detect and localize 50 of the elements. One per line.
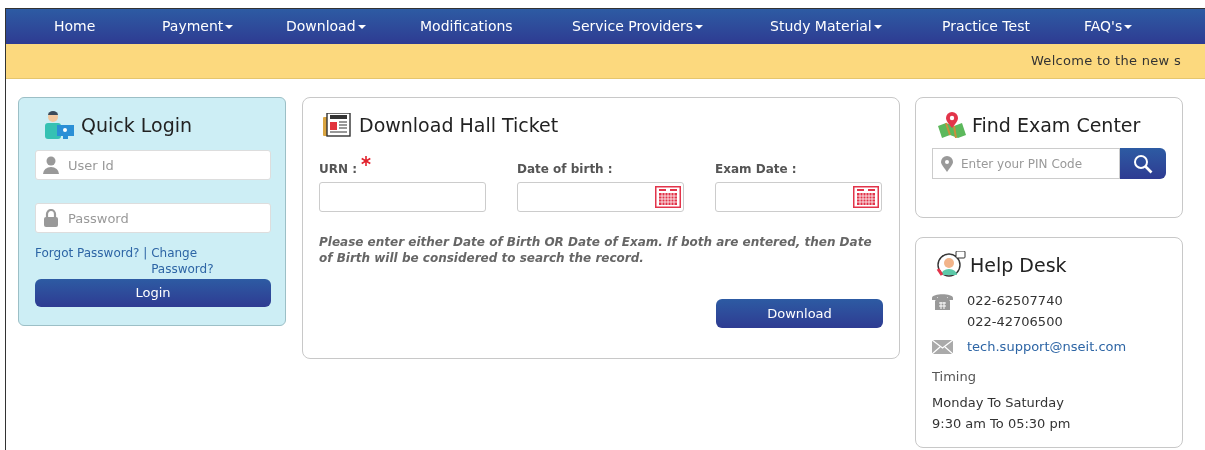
working-days-text: Monday To Saturday: [932, 394, 1065, 412]
caret-icon: [225, 24, 234, 29]
nav-link[interactable]: Download: [286, 16, 420, 37]
caret-icon: [357, 24, 366, 29]
caret-icon: [1124, 24, 1133, 29]
working-hours-text: 9:30 am To 05:30 pm: [932, 415, 1072, 433]
support-agent-icon: [936, 251, 966, 279]
telephone-icon: [932, 292, 953, 310]
nav-link[interactable]: Study Material: [770, 16, 942, 37]
panel-title: Quick Login: [81, 112, 193, 138]
timing-label: Timing: [932, 367, 977, 386]
field-label: Exam Date :: [715, 161, 797, 178]
download-button[interactable]: Download: [716, 299, 883, 328]
separator-text: |: [143, 246, 148, 260]
field-label: URN :: [319, 161, 357, 178]
ticker-text: Welcome to the new s: [1030, 52, 1181, 71]
user-computer-icon: [43, 111, 75, 139]
login-button[interactable]: Login: [35, 279, 271, 307]
input-field[interactable]: [517, 182, 684, 212]
input-field[interactable]: User Id: [35, 150, 271, 180]
nav-link[interactable]: FAQ's: [1084, 16, 1164, 37]
search-button[interactable]: [1120, 148, 1166, 179]
panel-title: Find Exam Center: [972, 112, 1141, 138]
panel-title: Download Hall Ticket: [359, 112, 559, 138]
instruction-text: Please enter either Date of Birth OR Date of Exam. If both are entered, then Date of Birth will be considered to search the record.: [319, 234, 873, 266]
envelope-icon: [932, 339, 953, 354]
input-field[interactable]: Password: [35, 203, 271, 233]
input-field[interactable]: [715, 182, 882, 212]
lock-icon: [43, 209, 59, 227]
location-pin-icon: [941, 156, 953, 172]
map-pin-icon: [936, 112, 968, 138]
phone-number: 022-42706500: [967, 313, 1063, 331]
panel-title: Help Desk: [970, 252, 1067, 278]
user-icon: [43, 156, 59, 174]
input-field[interactable]: [319, 182, 486, 212]
caret-icon: [695, 24, 704, 29]
caret-icon: [873, 24, 882, 29]
search-icon: [1133, 153, 1153, 174]
change-password-link[interactable]: Change Password?: [151, 245, 224, 277]
nav-link[interactable]: Modifications: [420, 16, 572, 37]
forgot-password-link[interactable]: Forgot Password?: [35, 246, 140, 260]
nav-link[interactable]: Payment: [162, 16, 286, 37]
search-field[interactable]: Enter your PIN Code: [932, 148, 1120, 179]
email-link[interactable]: tech.support@nseit.com: [967, 337, 1127, 357]
nav-link[interactable]: Home: [54, 16, 162, 37]
field-label: Date of birth :: [517, 161, 613, 178]
newspaper-icon: [323, 113, 351, 137]
nav-link[interactable]: Practice Test: [942, 16, 1084, 37]
phone-number: 022-62507740: [967, 292, 1063, 310]
nav-link[interactable]: Service Providers: [572, 16, 770, 37]
